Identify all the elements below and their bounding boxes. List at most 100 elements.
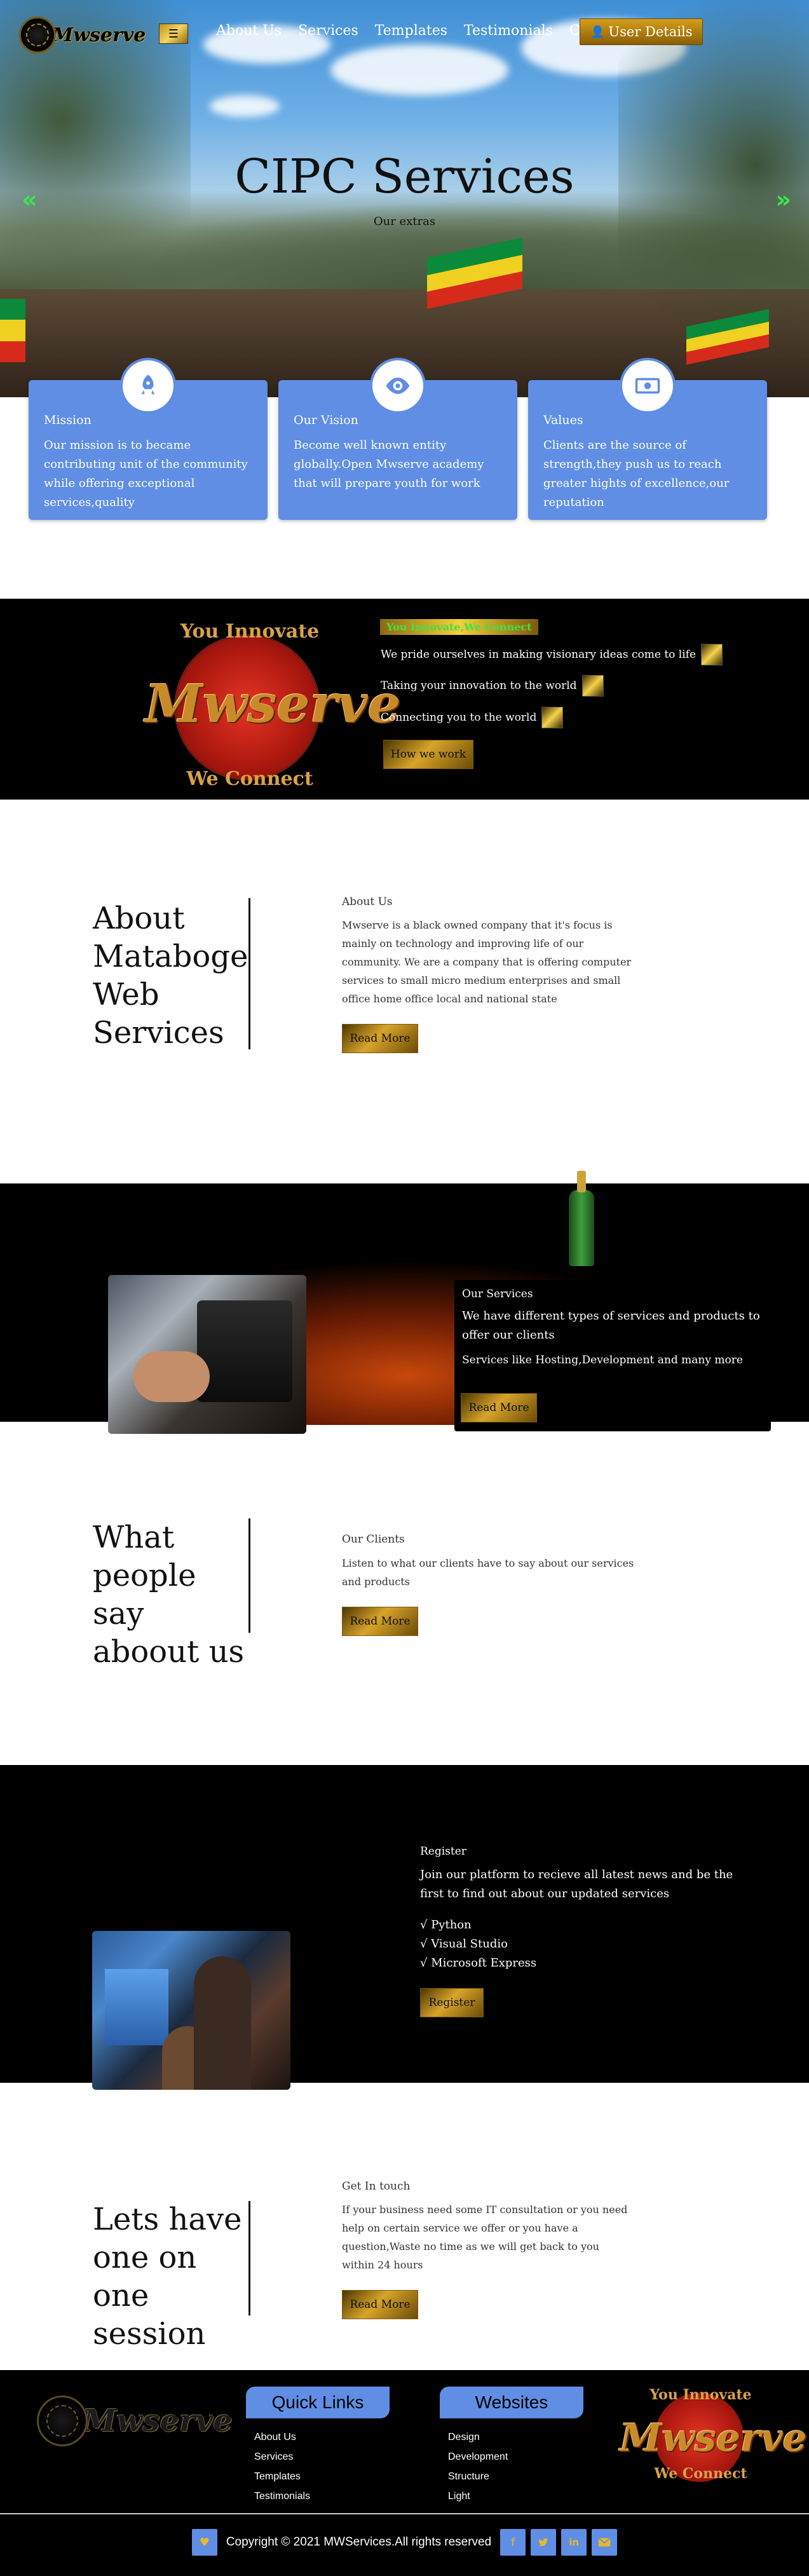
bottle-decoration	[569, 1171, 594, 1266]
hero-subtitle: Our extras	[373, 215, 436, 228]
logo-text: Mwserve	[52, 24, 146, 46]
websites-heading: Websites	[440, 2387, 583, 2418]
card-text: Clients are the source of strength,they …	[543, 439, 730, 509]
money-icon	[620, 358, 676, 414]
websites-list: Design Development Structure Light	[448, 2427, 508, 2506]
emblem-top-text: You Innovate	[649, 2387, 752, 2403]
mail-icon[interactable]	[592, 2529, 618, 2556]
footer-emblem: You Innovate Mwserve We Connect	[620, 2387, 807, 2483]
camera-operator-photo	[108, 1275, 306, 1434]
footer-link[interactable]: Testimonials	[254, 2486, 310, 2506]
contact-heading: Lets have one on one session	[93, 2202, 242, 2352]
nav-templates[interactable]: Templates	[375, 23, 447, 39]
innovate-line-text: Connecting you to the world	[381, 711, 537, 724]
services-read-more-button[interactable]: Read More	[461, 1393, 537, 1422]
register-button[interactable]: Register	[420, 1988, 484, 2017]
eye-icon	[370, 358, 426, 414]
services-title: Our Services	[462, 1288, 533, 1300]
vision-card: Our Vision Become well known entity glob…	[278, 358, 517, 520]
footer-link[interactable]: About Us	[254, 2427, 310, 2447]
emblem-top-text: You Innovate	[180, 620, 320, 643]
card-text: Become well known entity globally.Open M…	[294, 439, 484, 490]
quick-links-list: About Us Services Templates Testimonials	[254, 2427, 310, 2506]
nav-services[interactable]: Services	[298, 23, 358, 39]
list-item: √ Microsoft Express	[420, 1956, 537, 1970]
copyright-text: Copyright © 2021 MWServices.All rights r…	[226, 2535, 492, 2549]
footer-link[interactable]: Light	[448, 2486, 508, 2506]
section-divider	[248, 898, 250, 1049]
footer-link[interactable]: Design	[448, 2427, 508, 2447]
about-text: Mwserve is a black owned company that it…	[342, 919, 632, 1005]
about-heading: About Mataboge Web Services	[93, 901, 248, 1051]
nav-testimonials[interactable]: Testimonials	[464, 23, 553, 39]
footer-logo[interactable]: Mwserve	[37, 2395, 233, 2446]
emblem-brand-text: Mwserve	[620, 2416, 807, 2460]
innovate-line: Taking your innovation to the world	[381, 675, 604, 697]
card-text: Our mission is to became contributing un…	[44, 439, 248, 509]
user-details-button[interactable]: 👤 User Details	[580, 18, 704, 45]
contact-text: If your business need some IT consultati…	[342, 2204, 628, 2271]
quick-links-heading: Quick Links	[246, 2387, 390, 2418]
next-slide-arrow[interactable]: »	[775, 186, 791, 214]
gold-square-icon	[581, 675, 604, 697]
footer-link[interactable]: Templates	[254, 2467, 310, 2486]
nav-about-us[interactable]: About Us	[216, 23, 282, 39]
card-title: Mission	[44, 413, 92, 427]
emblem-bottom-text: We Connect	[186, 768, 313, 790]
innovate-line: We pride ourselves in making visionary i…	[381, 644, 723, 665]
services-text-2: Services like Hosting,Development and ma…	[462, 1354, 743, 1366]
cloud	[330, 44, 508, 95]
footer-logo-text: Mwserve	[83, 2403, 233, 2439]
services-card: Our Services We have different types of …	[454, 1280, 771, 1431]
gold-square-icon	[701, 644, 723, 665]
rocket-icon	[120, 358, 176, 414]
students-photo	[92, 1931, 290, 2090]
menu-toggle-button[interactable]: ☰	[159, 24, 188, 44]
top-nav: Mwserve ☰ About Us Services Templates Te…	[0, 17, 809, 53]
card-title: Values	[543, 413, 583, 427]
hand-shape	[133, 1351, 210, 1402]
cloud	[210, 95, 280, 117]
footer: Mwserve Quick Links About Us Services Te…	[0, 2370, 809, 2576]
values-card: Values Clients are the source of strengt…	[528, 358, 767, 520]
how-we-work-button[interactable]: How we work	[383, 740, 473, 769]
register-title: Register	[420, 1845, 466, 1858]
brand-logo[interactable]: Mwserve	[19, 17, 146, 53]
gold-square-icon	[541, 707, 564, 728]
linkedin-icon[interactable]: in	[561, 2529, 587, 2556]
footer-divider	[0, 2513, 809, 2514]
globe-icon	[37, 2395, 88, 2446]
contact-read-more-button[interactable]: Read More	[342, 2290, 418, 2319]
clients-heading: What people say aboout us	[93, 1520, 245, 1670]
footer-bottom-bar: ♥ Copyright © 2021 MWServices.All rights…	[0, 2529, 809, 2556]
tagline-badge: You Innovate,We Connect	[380, 619, 538, 635]
innovate-line-text: Taking your innovation to the world	[381, 679, 577, 692]
innovate-line: Connecting you to the world	[381, 707, 564, 728]
hamburger-icon: ☰	[168, 27, 179, 41]
clients-label: Our Clients	[342, 1533, 405, 1546]
user-icon: 👤	[590, 25, 605, 39]
prev-slide-arrow[interactable]: «	[22, 186, 37, 214]
emblem-brand-text: Mwserve	[145, 674, 401, 735]
mwserve-emblem: You Innovate Mwserve We Connect	[145, 615, 401, 790]
clients-read-more-button[interactable]: Read More	[342, 1607, 418, 1636]
about-label: About Us	[342, 896, 393, 908]
camera-shape	[197, 1300, 292, 1402]
section-divider	[248, 1518, 250, 1633]
footer-link[interactable]: Services	[254, 2447, 310, 2467]
flag	[0, 299, 25, 362]
services-text: We have different types of services and …	[462, 1309, 760, 1342]
facebook-icon[interactable]: f	[500, 2529, 526, 2556]
footer-link[interactable]: Structure	[448, 2467, 508, 2486]
about-read-more-button[interactable]: Read More	[342, 1024, 418, 1053]
footer-link[interactable]: Development	[448, 2447, 508, 2467]
contact-label: Get In touch	[342, 2180, 411, 2193]
card-title: Our Vision	[294, 413, 358, 427]
list-item: √ Visual Studio	[420, 1937, 508, 1951]
hero-banner: Mwserve ☰ About Us Services Templates Te…	[0, 0, 809, 397]
innovate-section: You Innovate Mwserve We Connect You Inno…	[0, 599, 809, 800]
globe-icon	[19, 17, 56, 53]
hero-title: CIPC Services	[235, 149, 574, 204]
twitter-icon[interactable]	[531, 2529, 557, 2556]
register-text: Join our platform to recieve all latest …	[420, 1868, 733, 1900]
